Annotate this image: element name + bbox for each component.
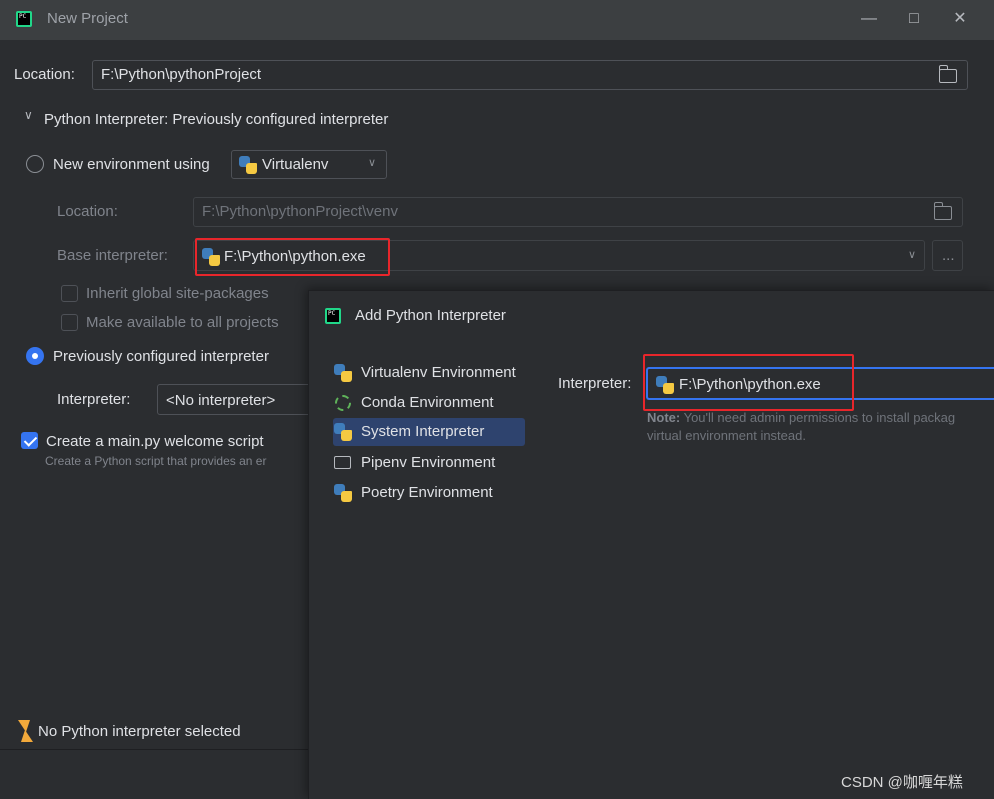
dialog-item-poetry[interactable]: Poetry Environment [333,479,525,507]
base-interpreter-label: Base interpreter: [57,247,168,264]
dialog-interpreter-label: Interpreter: [558,375,632,392]
watermark: CSDN @咖喱年糕 [841,774,963,791]
chevron-down-icon: ∨ [907,249,916,261]
collapse-chevron-icon[interactable]: ∨ [24,108,33,122]
create-main-checkbox[interactable] [21,432,38,449]
dialog-item-virtualenv[interactable]: Virtualenv Environment [333,359,525,387]
python-icon [334,423,352,441]
highlight-box [195,238,390,276]
location-field[interactable]: F:\Python\pythonProject [92,60,968,90]
interpreter-section-title[interactable]: Python Interpreter: Previously configure… [44,111,388,128]
env-location-value: F:\Python\pythonProject\venv [202,203,398,220]
close-button[interactable]: ✕ [948,8,972,30]
highlight-box [643,354,854,411]
admin-note: Note: You'll need admin permissions to i… [647,410,956,425]
new-environment-label: New environment using [53,156,210,173]
pycharm-app-icon: PC [325,308,341,324]
dialog-item-pipenv[interactable]: Pipenv Environment [333,449,525,477]
create-main-hint: Create a Python script that provides an … [45,454,267,468]
env-location-field[interactable]: F:\Python\pythonProject\venv [193,197,963,227]
dialog-item-system[interactable]: System Interpreter [333,418,525,446]
maximize-button[interactable]: □ [902,8,926,30]
minimize-button[interactable]: — [857,8,881,30]
interpreter-value: <No interpreter> [166,392,276,409]
window-title: New Project [47,10,128,27]
make-available-checkbox[interactable] [61,314,78,331]
environment-tool-dropdown[interactable]: Virtualenv ∨ [231,150,387,179]
admin-note-line2: virtual environment instead. [647,428,806,443]
interpreter-label: Interpreter: [57,391,131,408]
pycharm-app-icon: PC [16,11,32,27]
previously-configured-radio[interactable] [26,347,44,365]
location-label: Location: [14,66,75,83]
pipenv-icon [334,456,351,469]
previously-configured-label: Previously configured interpreter [53,348,269,365]
title-bar: PC New Project — □ ✕ [0,0,994,40]
inherit-checkbox[interactable] [61,285,78,302]
location-value: F:\Python\pythonProject [101,66,262,83]
conda-icon [335,395,351,411]
environment-tool-value: Virtualenv [262,156,329,173]
make-available-label: Make available to all projects [86,314,279,331]
virtualenv-icon [334,364,352,382]
new-environment-radio[interactable] [26,155,44,173]
env-location-label: Location: [57,203,118,220]
dialog-item-conda[interactable]: Conda Environment [333,389,525,417]
folder-icon[interactable] [938,65,957,83]
add-interpreter-dialog: PC Add Python Interpreter Virtualenv Env… [308,290,994,799]
virtualenv-icon [239,156,257,174]
browse-button[interactable]: ... [932,240,963,271]
chevron-down-icon: ∨ [367,157,376,169]
interpreter-dropdown[interactable]: <No interpreter> [157,384,317,415]
status-message: No Python interpreter selected [38,723,241,740]
divider [0,749,308,750]
inherit-label: Inherit global site-packages [86,285,269,302]
dialog-title: Add Python Interpreter [355,307,506,324]
poetry-icon [334,484,352,502]
warning-bolt-icon [15,720,33,742]
folder-icon[interactable] [933,202,952,220]
create-main-label: Create a main.py welcome script [46,433,264,450]
